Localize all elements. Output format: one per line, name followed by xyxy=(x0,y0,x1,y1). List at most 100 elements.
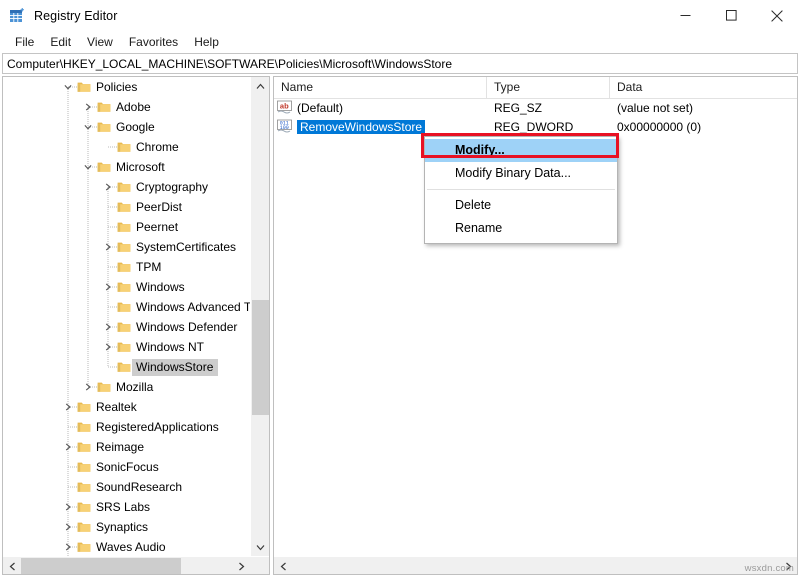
chevron-down-icon xyxy=(84,163,92,171)
tree-item-label: SoundResearch xyxy=(92,480,182,494)
value-row[interactable]: ab(Default)REG_SZ(value not set) xyxy=(274,98,797,117)
scroll-left-button[interactable] xyxy=(3,557,21,575)
menu-view[interactable]: View xyxy=(79,33,121,52)
tree-expand-toggle[interactable] xyxy=(100,337,116,357)
chevron-right-icon xyxy=(64,403,72,411)
context-menu-item-modify[interactable]: Modify... xyxy=(425,139,617,162)
tree-item-policies[interactable]: Policies xyxy=(3,77,250,97)
value-data: (value not set) xyxy=(610,101,693,115)
tree-item-peerdist[interactable]: PeerDist xyxy=(3,197,250,217)
tree-twisty-placeholder xyxy=(100,297,116,317)
folder-icon xyxy=(77,81,91,93)
tree-expand-toggle[interactable] xyxy=(80,377,96,397)
tree-twisty-placeholder xyxy=(100,197,116,217)
menu-help[interactable]: Help xyxy=(186,33,227,52)
tree-item-waves-audio[interactable]: Waves Audio xyxy=(3,537,250,556)
minimize-button[interactable] xyxy=(662,0,708,31)
tree-item-chrome[interactable]: Chrome xyxy=(3,137,250,157)
folder-icon xyxy=(117,301,131,313)
tree-item-srs-labs[interactable]: SRS Labs xyxy=(3,497,250,517)
folder-icon xyxy=(117,201,131,213)
tree-item-soundresearch[interactable]: SoundResearch xyxy=(3,477,250,497)
tree-item-windows-advanced-th[interactable]: Windows Advanced Th xyxy=(3,297,250,317)
tree-scroll-thumb[interactable] xyxy=(252,300,269,415)
tree-item-windows-defender[interactable]: Windows Defender xyxy=(3,317,250,337)
tree-expand-toggle[interactable] xyxy=(60,397,76,417)
scroll-right-button[interactable] xyxy=(232,557,250,575)
tree-twisty-placeholder xyxy=(60,477,76,497)
menu-edit[interactable]: Edit xyxy=(42,33,79,52)
context-menu-item-modify-binary-data[interactable]: Modify Binary Data... xyxy=(425,162,617,185)
tree-expand-toggle[interactable] xyxy=(100,237,116,257)
menu-bar: File Edit View Favorites Help xyxy=(0,31,800,53)
tree-item-realtek[interactable]: Realtek xyxy=(3,397,250,417)
tree-item-systemcertificates[interactable]: SystemCertificates xyxy=(3,237,250,257)
string-value-icon: ab xyxy=(277,100,292,114)
close-button[interactable] xyxy=(754,0,800,31)
tree-item-label: Adobe xyxy=(112,100,151,114)
column-header-type[interactable]: Type xyxy=(487,77,610,98)
tree-expand-toggle[interactable] xyxy=(60,517,76,537)
maximize-button[interactable] xyxy=(708,0,754,31)
binary-value-icon: 011100 xyxy=(277,119,293,135)
tree-expand-toggle[interactable] xyxy=(60,437,76,457)
folder-icon xyxy=(76,437,92,457)
chevron-right-icon xyxy=(104,283,112,291)
tree-expand-toggle[interactable] xyxy=(80,97,96,117)
tree-item-microsoft[interactable]: Microsoft xyxy=(3,157,250,177)
folder-icon xyxy=(76,397,92,417)
menu-file[interactable]: File xyxy=(7,33,42,52)
tree-item-label: Realtek xyxy=(92,400,137,414)
context-menu-item-delete[interactable]: Delete xyxy=(425,194,617,217)
tree-item-label: RegisteredApplications xyxy=(92,420,219,434)
context-menu[interactable]: Modify...Modify Binary Data... DeleteRena… xyxy=(424,136,618,244)
menu-favorites[interactable]: Favorites xyxy=(121,33,186,52)
tree-expand-toggle[interactable] xyxy=(100,177,116,197)
tree-collapse-toggle[interactable] xyxy=(80,117,96,137)
values-scroll-left-button[interactable] xyxy=(274,557,292,575)
tree-item-google[interactable]: Google xyxy=(3,117,250,137)
tree-vertical-scrollbar[interactable] xyxy=(250,77,269,556)
close-icon xyxy=(771,10,783,22)
tree-item-adobe[interactable]: Adobe xyxy=(3,97,250,117)
values-horizontal-scrollbar[interactable] xyxy=(274,556,797,574)
tree-item-peernet[interactable]: Peernet xyxy=(3,217,250,237)
tree-item-windows[interactable]: Windows xyxy=(3,277,250,297)
folder-icon xyxy=(117,221,131,233)
tree-hscroll-thumb[interactable] xyxy=(21,558,181,574)
folder-icon xyxy=(96,117,112,137)
tree-item-mozilla[interactable]: Mozilla xyxy=(3,377,250,397)
tree-item-cryptography[interactable]: Cryptography xyxy=(3,177,250,197)
tree-horizontal-scrollbar[interactable] xyxy=(3,556,269,574)
registry-tree[interactable]: Policies Adobe GoogleChromeMicrosoft Crypto… xyxy=(3,77,250,556)
tree-item-label: Mozilla xyxy=(112,380,153,394)
tree-item-tpm[interactable]: TPM xyxy=(3,257,250,277)
address-bar[interactable]: Computer\HKEY_LOCAL_MACHINE\SOFTWARE\Pol… xyxy=(2,53,798,74)
tree-expand-toggle[interactable] xyxy=(100,317,116,337)
chevron-right-icon xyxy=(64,503,72,511)
column-header-data[interactable]: Data xyxy=(610,77,797,98)
tree-item-windows-nt[interactable]: Windows NT xyxy=(3,337,250,357)
column-header-name[interactable]: Name xyxy=(274,77,487,98)
tree-item-reimage[interactable]: Reimage xyxy=(3,437,250,457)
tree-expand-toggle[interactable] xyxy=(100,277,116,297)
scroll-down-button[interactable] xyxy=(251,538,270,556)
value-row[interactable]: 011100RemoveWindowsStoreREG_DWORD0x00000… xyxy=(274,117,797,136)
tree-collapse-toggle[interactable] xyxy=(60,77,76,97)
chevron-down-icon xyxy=(84,123,92,131)
chevron-up-icon xyxy=(256,83,265,90)
tree-item-sonicfocus[interactable]: SonicFocus xyxy=(3,457,250,477)
tree-item-synaptics[interactable]: Synaptics xyxy=(3,517,250,537)
context-menu-item-rename[interactable]: Rename xyxy=(425,217,617,240)
tree-item-label: Cryptography xyxy=(132,180,208,194)
string-value-icon: ab xyxy=(277,100,293,116)
scroll-up-button[interactable] xyxy=(251,77,270,95)
values-column-header: Name Type Data xyxy=(274,77,797,99)
tree-item-windowsstore[interactable]: WindowsStore xyxy=(3,357,250,377)
tree-expand-toggle[interactable] xyxy=(60,497,76,517)
tree-collapse-toggle[interactable] xyxy=(80,157,96,177)
registry-tree-viewport: Policies Adobe GoogleChromeMicrosoft Crypto… xyxy=(3,77,250,556)
tree-expand-toggle[interactable] xyxy=(60,537,76,556)
folder-icon xyxy=(77,421,91,433)
tree-item-registeredapplications[interactable]: RegisteredApplications xyxy=(3,417,250,437)
